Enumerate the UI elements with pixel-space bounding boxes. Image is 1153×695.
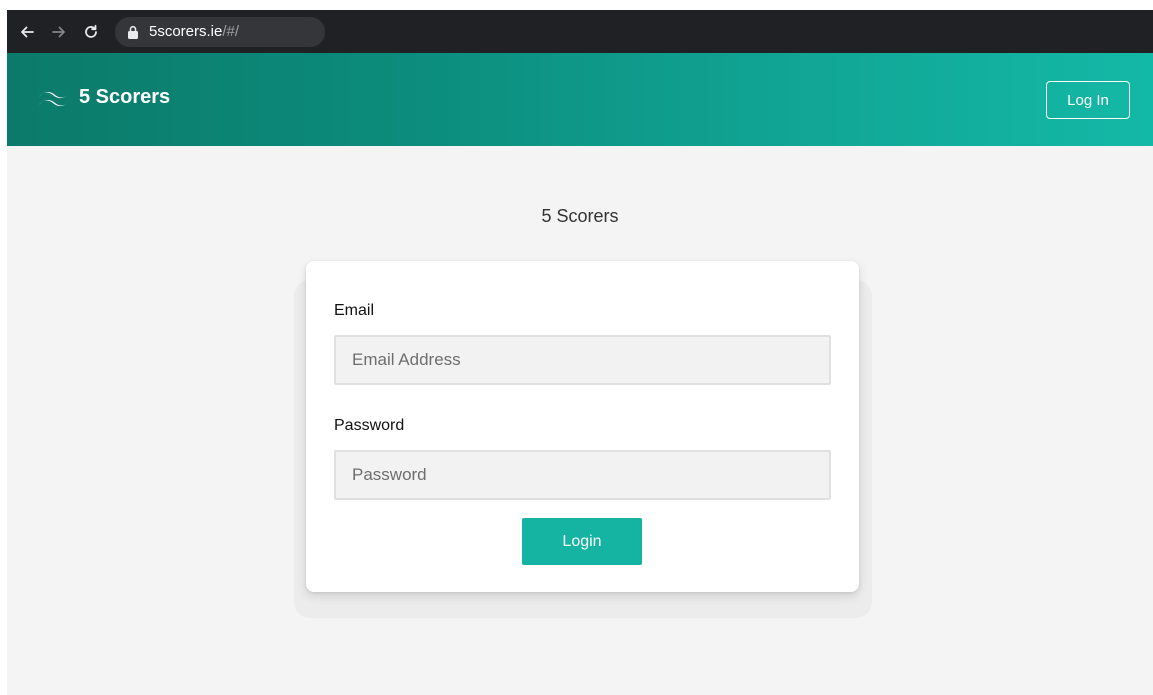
login-nav-button[interactable]: Log In — [1046, 81, 1130, 119]
lock-icon — [127, 25, 141, 39]
forward-arrow-icon[interactable] — [47, 20, 71, 44]
app-header: 5 Scorers Log In — [7, 53, 1153, 146]
login-button[interactable]: Login — [522, 518, 642, 565]
back-arrow-icon[interactable] — [15, 20, 39, 44]
url-path: /#/ — [222, 23, 240, 40]
login-card: Email Password Login — [306, 261, 859, 592]
reload-icon[interactable] — [79, 20, 103, 44]
password-label: Password — [334, 417, 405, 434]
password-field[interactable] — [334, 450, 831, 500]
page-title: 5 Scorers — [541, 206, 619, 226]
email-field[interactable] — [334, 335, 831, 385]
email-label: Email — [334, 302, 375, 319]
brand-name: 5 Scorers — [79, 85, 171, 108]
url-host: 5scorers.ie — [149, 23, 223, 40]
browser-window: 5scorers.ie/#/ 5 Scorers Log In 5 Scorer… — [7, 10, 1153, 695]
browser-toolbar: 5scorers.ie/#/ — [7, 10, 1153, 53]
brand-link[interactable]: 5 Scorers — [33, 83, 170, 111]
wave-logo-icon — [39, 91, 69, 107]
address-bar[interactable]: 5scorers.ie/#/ — [115, 16, 325, 47]
